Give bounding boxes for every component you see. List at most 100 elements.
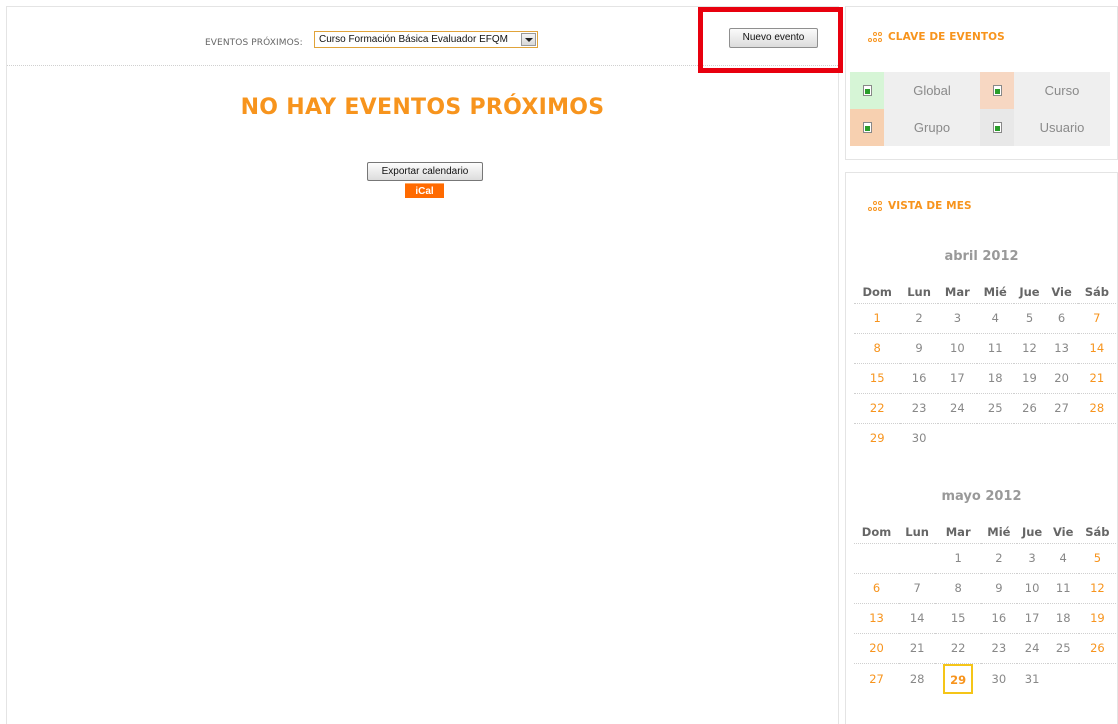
show-hide-icon	[862, 85, 872, 96]
calendar-day[interactable]: 28	[1077, 392, 1116, 423]
calendar-day[interactable]: 22	[935, 632, 982, 663]
calendar-day[interactable]: 22	[854, 392, 901, 423]
calendar-day[interactable]: 16	[981, 602, 1017, 633]
calendar-day[interactable]: 3	[1016, 542, 1048, 573]
calendar-day[interactable]: 30	[900, 422, 938, 453]
calendar-day[interactable]: 7	[1077, 302, 1116, 333]
calendar-day[interactable]: 24	[937, 392, 977, 423]
calendar-day[interactable]: 5	[1078, 542, 1116, 573]
key-label-group[interactable]: Grupo	[884, 109, 980, 146]
calendar-day[interactable]: 9	[981, 572, 1017, 603]
calendar-day[interactable]: 4	[1047, 542, 1079, 573]
calendar-day[interactable]: 10	[937, 332, 977, 363]
calendar-empty-cell	[1045, 422, 1078, 453]
calendar-day[interactable]: 13	[854, 602, 900, 633]
calendar-day[interactable]: 7	[899, 572, 936, 603]
calendar-day[interactable]: 1	[935, 542, 982, 573]
export-calendar-button[interactable]: Exportar calendario	[367, 162, 483, 181]
calendar-day[interactable]: 19	[1013, 362, 1046, 393]
calendar-day[interactable]: 21	[1077, 362, 1116, 393]
weekday-header: Lun	[900, 281, 938, 304]
calendar-day[interactable]: 14	[899, 602, 936, 633]
calendar-day[interactable]: 12	[1013, 332, 1046, 363]
calendar-april: Dom Lun Mar Mié Jue Vie Sáb 1 2 3 4 5 6 7 8 9 10 11 12 13 14…	[854, 281, 1116, 453]
calendar-day[interactable]: 2	[981, 542, 1017, 573]
calendar-day[interactable]: 13	[1045, 332, 1078, 363]
calendar-day[interactable]: 8	[935, 572, 982, 603]
calendar-day[interactable]: 20	[854, 632, 900, 663]
calendar-day[interactable]: 8	[854, 332, 901, 363]
calendar-day[interactable]: 17	[937, 362, 977, 393]
calendar-day[interactable]: 23	[900, 392, 938, 423]
calendar-day[interactable]: 1	[854, 302, 901, 333]
calendar-day[interactable]: 17	[1016, 602, 1048, 633]
calendar-week-row: 6 7 8 9 10 11 12	[854, 572, 1116, 603]
calendar-day[interactable]: 5	[1013, 302, 1046, 333]
calendar-day[interactable]: 28	[899, 662, 936, 694]
ical-link[interactable]: iCal	[405, 183, 444, 198]
weekday-header: Mar	[935, 521, 982, 544]
calendar-day[interactable]: 3	[937, 302, 977, 333]
calendar-empty-cell	[854, 542, 900, 573]
calendar-day[interactable]: 20	[1045, 362, 1078, 393]
calendar-day[interactable]: 11	[976, 332, 1014, 363]
calendar-empty-cell	[937, 422, 977, 453]
calendar-day[interactable]: 14	[1077, 332, 1116, 363]
chevron-down-icon[interactable]	[521, 33, 536, 46]
calendar-day[interactable]: 26	[1013, 392, 1046, 423]
no-events-message: NO HAY EVENTOS PRÓXIMOS	[240, 95, 605, 120]
weekday-header: Vie	[1045, 281, 1078, 304]
weekday-header: Mié	[976, 281, 1014, 304]
calendar-day[interactable]: 18	[1047, 602, 1079, 633]
group-color-swatch[interactable]	[850, 109, 884, 146]
calendar-day[interactable]: 21	[899, 632, 936, 663]
calendar-day[interactable]: 2	[900, 302, 938, 333]
calendar-day[interactable]: 15	[854, 362, 901, 393]
calendar-day-today[interactable]: 29	[935, 662, 982, 694]
calendar-day[interactable]: 29	[854, 422, 901, 453]
calendar-day[interactable]: 4	[976, 302, 1014, 333]
calendar-day[interactable]: 6	[1045, 302, 1078, 333]
calendar-day[interactable]: 19	[1078, 602, 1116, 633]
calendar-day[interactable]: 25	[976, 392, 1014, 423]
event-key-block: CLAVE DE EVENTOS Global Curso Grupo Usua…	[845, 6, 1118, 160]
calendar-day[interactable]: 9	[900, 332, 938, 363]
calendar-day[interactable]: 26	[1078, 632, 1116, 663]
calendar-day[interactable]: 23	[981, 632, 1017, 663]
calendar-day[interactable]: 25	[1047, 632, 1079, 663]
key-label-user[interactable]: Usuario	[1014, 109, 1110, 146]
course-select[interactable]: Curso Formación Básica Evaluador EFQM	[314, 31, 538, 48]
event-key-title: CLAVE DE EVENTOS	[888, 31, 1005, 43]
calendar-day[interactable]: 27	[1045, 392, 1078, 423]
weekday-header: Dom	[854, 281, 901, 304]
upcoming-events-panel: EVENTOS PRÓXIMOS: Curso Formación Básica…	[6, 6, 843, 724]
weekday-header: Jue	[1016, 521, 1048, 544]
user-color-swatch[interactable]	[980, 109, 1014, 146]
show-hide-icon	[992, 122, 1002, 133]
weekday-header: Vie	[1047, 521, 1079, 544]
show-hide-icon	[862, 122, 872, 133]
calendar-day[interactable]: 6	[854, 572, 900, 603]
calendar-day[interactable]: 24	[1016, 632, 1048, 663]
calendar-day[interactable]: 18	[976, 362, 1014, 393]
month-view-header: VISTA DE MES	[868, 200, 972, 212]
calendar-day[interactable]: 16	[900, 362, 938, 393]
key-label-global[interactable]: Global	[884, 72, 980, 109]
calendar-day[interactable]: 12	[1078, 572, 1116, 603]
key-label-course[interactable]: Curso	[1014, 72, 1110, 109]
calendar-empty-cell	[1047, 662, 1079, 694]
month-view-block: VISTA DE MES abril 2012 Dom Lun Mar Mié Jue V…	[845, 172, 1118, 724]
month-name-may[interactable]: mayo 2012	[846, 489, 1117, 504]
global-color-swatch[interactable]	[850, 72, 884, 109]
dots-icon	[868, 200, 884, 212]
calendar-day[interactable]: 30	[981, 662, 1017, 694]
calendar-day[interactable]: 31	[1016, 662, 1048, 694]
calendar-day[interactable]: 10	[1016, 572, 1048, 603]
course-select-value: Curso Formación Básica Evaluador EFQM	[319, 34, 508, 45]
calendar-day[interactable]: 27	[854, 662, 900, 694]
month-name-april[interactable]: abril 2012	[846, 249, 1117, 264]
course-color-swatch[interactable]	[980, 72, 1014, 109]
weekday-header: Sáb	[1078, 521, 1116, 544]
calendar-day[interactable]: 15	[935, 602, 982, 633]
calendar-day[interactable]: 11	[1047, 572, 1079, 603]
